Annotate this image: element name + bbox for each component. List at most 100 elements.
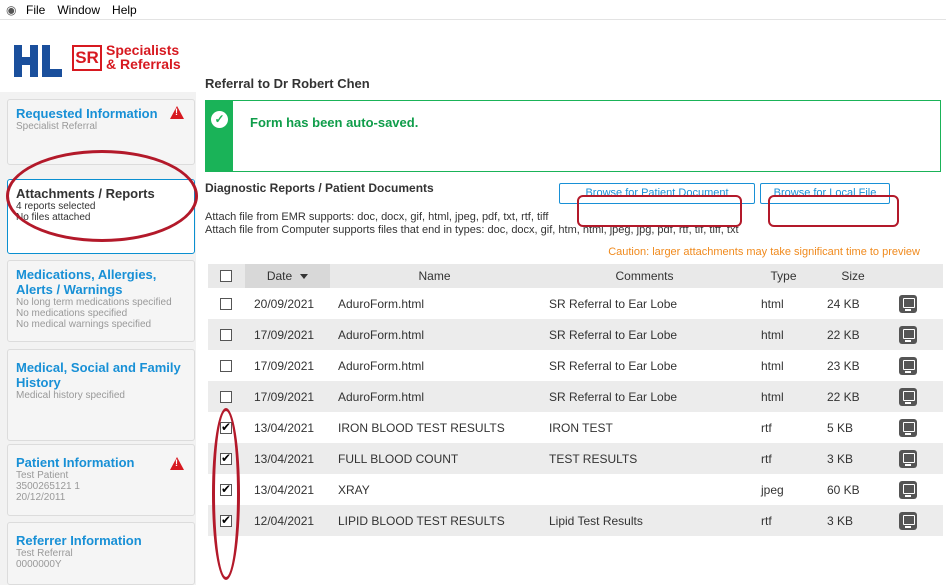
computer-support-text: Attach file from Computer supports files…	[205, 224, 739, 236]
row-checkbox[interactable]	[220, 390, 232, 403]
cell-name: FULL BLOOD COUNT	[338, 451, 459, 466]
cell-size: 24 KB	[827, 296, 860, 311]
sort-down-icon	[300, 273, 309, 279]
sidebar-item-sub: Specialist Referral	[16, 121, 98, 132]
column-header-date[interactable]: Date	[245, 264, 330, 288]
preview-icon[interactable]	[899, 480, 917, 499]
cell-type: jpeg	[761, 482, 784, 497]
warning-icon	[170, 457, 184, 470]
cell-comments: SR Referral to Ear Lobe	[549, 296, 678, 311]
cell-date: 17/09/2021	[254, 327, 315, 342]
cell-comments: Lipid Test Results	[549, 513, 643, 528]
sidebar-item-label: Requested Information	[16, 106, 158, 121]
sidebar-item-referrer-information[interactable]: Referrer Information Test Referral 00000…	[7, 522, 195, 585]
menu-help[interactable]: Help	[112, 3, 137, 17]
sidebar-item-patient-information[interactable]: Patient Information Test Patient 3500265…	[7, 444, 195, 516]
column-header-size[interactable]: Size	[817, 264, 889, 288]
row-checkbox[interactable]	[220, 513, 232, 527]
sr-logo-mark: SR	[72, 45, 102, 71]
table-row[interactable]: 17/09/2021 AduroForm.html SR Referral to E…	[208, 381, 943, 412]
preview-icon[interactable]	[899, 325, 917, 344]
cell-date: 13/04/2021	[254, 482, 315, 497]
sidebar-item-history[interactable]: Medical, Social and Family History Medic…	[7, 349, 195, 441]
sidebar-item-label: Referrer Information	[16, 533, 142, 548]
cell-date: 20/09/2021	[254, 296, 315, 311]
row-checkbox[interactable]	[220, 359, 232, 372]
cell-size: 5 KB	[827, 420, 854, 435]
autosave-message: Form has been auto-saved.	[250, 115, 419, 130]
sidebar-item-requested-information[interactable]: Requested Information Specialist Referra…	[7, 99, 195, 165]
sidebar-item-medications[interactable]: Medications, Allergies, Alerts / Warning…	[7, 260, 195, 342]
preview-icon[interactable]	[899, 294, 917, 313]
cell-comments	[549, 474, 749, 505]
row-checkbox[interactable]	[220, 297, 232, 310]
cell-date: 17/09/2021	[254, 389, 315, 404]
header: SR Specialists & Referrals Referral to D…	[0, 21, 946, 91]
cell-size: 23 KB	[827, 358, 860, 373]
menu-file[interactable]: File	[26, 3, 45, 17]
check-icon: ✓	[211, 111, 228, 128]
cell-date: 13/04/2021	[254, 451, 315, 466]
cell-comments: SR Referral to Ear Lobe	[549, 358, 678, 373]
sidebar-item-label: History	[16, 375, 61, 390]
cell-name: LIPID BLOOD TEST RESULTS	[338, 513, 505, 528]
preview-icon[interactable]	[899, 356, 917, 375]
cell-type: html	[761, 296, 784, 311]
table-row[interactable]: 13/04/2021 FULL BLOOD COUNT TEST RESULTS rt…	[208, 443, 943, 474]
table-row[interactable]: 17/09/2021 AduroForm.html SR Referral to E…	[208, 319, 943, 350]
preview-icon[interactable]	[899, 418, 917, 437]
select-all-checkbox[interactable]	[220, 270, 232, 282]
cell-name: IRON BLOOD TEST RESULTS	[338, 420, 505, 435]
menu-bar: ◉ File Window Help	[0, 0, 946, 20]
cell-comments: SR Referral to Ear Lobe	[549, 389, 678, 404]
table-row[interactable]: 17/09/2021 AduroForm.html SR Referral to E…	[208, 350, 943, 381]
warning-icon	[170, 106, 184, 119]
row-checkbox[interactable]	[220, 451, 232, 465]
sidebar-item-label: Attachments / Reports	[16, 186, 155, 201]
cell-size: 22 KB	[827, 327, 860, 342]
sidebar-item-sub: 4 reports selected	[16, 201, 96, 212]
sidebar-item-label: Medications, Allergies,	[16, 267, 157, 282]
cell-date: 17/09/2021	[254, 358, 315, 373]
preview-icon[interactable]	[899, 449, 917, 468]
section-title: Diagnostic Reports / Patient Documents	[205, 181, 434, 195]
table-row[interactable]: 13/04/2021 IRON BLOOD TEST RESULTS IRON TE…	[208, 412, 943, 443]
table-header: Date Name Comments Type Size	[208, 264, 943, 288]
browse-local-file-button[interactable]: Browse for Local File	[760, 183, 890, 204]
cell-comments: SR Referral to Ear Lobe	[549, 327, 678, 342]
row-checkbox[interactable]	[220, 328, 232, 341]
preview-icon[interactable]	[899, 511, 917, 530]
table-row[interactable]: 12/04/2021 LIPID BLOOD TEST RESULTS Lipid …	[208, 505, 943, 536]
column-header-comments[interactable]: Comments	[539, 264, 750, 288]
cell-name: AduroForm.html	[338, 358, 425, 373]
cell-type: html	[761, 389, 784, 404]
column-header-type[interactable]: Type	[751, 264, 816, 288]
row-checkbox[interactable]	[220, 482, 232, 496]
cell-type: rtf	[761, 513, 772, 528]
cell-type: html	[761, 327, 784, 342]
column-header-name[interactable]: Name	[331, 264, 538, 288]
cell-name: XRAY	[338, 482, 370, 497]
table-row[interactable]: 20/09/2021 AduroForm.html SR Referral to E…	[208, 288, 943, 319]
hl-logo	[14, 45, 62, 77]
menu-window[interactable]: Window	[57, 3, 100, 17]
autosave-banner: ✓ Form has been auto-saved.	[205, 100, 941, 172]
cell-name: AduroForm.html	[338, 296, 425, 311]
cell-date: 13/04/2021	[254, 420, 315, 435]
cell-date: 12/04/2021	[254, 513, 315, 528]
cell-type: rtf	[761, 420, 772, 435]
sidebar-item-sub: No files attached	[16, 212, 91, 223]
cell-comments: TEST RESULTS	[549, 451, 638, 466]
browse-patient-document-button[interactable]: Browse for Patient Document	[559, 183, 755, 204]
cell-size: 3 KB	[827, 451, 854, 466]
cell-size: 22 KB	[827, 389, 860, 404]
row-checkbox[interactable]	[220, 420, 232, 434]
preview-icon[interactable]	[899, 387, 917, 406]
cell-type: html	[761, 358, 784, 373]
sidebar-item-attachments-reports[interactable]: Attachments / Reports 4 reports selected…	[7, 179, 195, 254]
cell-type: rtf	[761, 451, 772, 466]
table-row[interactable]: 13/04/2021 XRAY jpeg 60 KB	[208, 474, 943, 505]
app-icon: ◉	[6, 2, 17, 17]
sidebar-item-label: Medical, Social and Family	[16, 360, 181, 375]
cell-name: AduroForm.html	[338, 327, 425, 342]
